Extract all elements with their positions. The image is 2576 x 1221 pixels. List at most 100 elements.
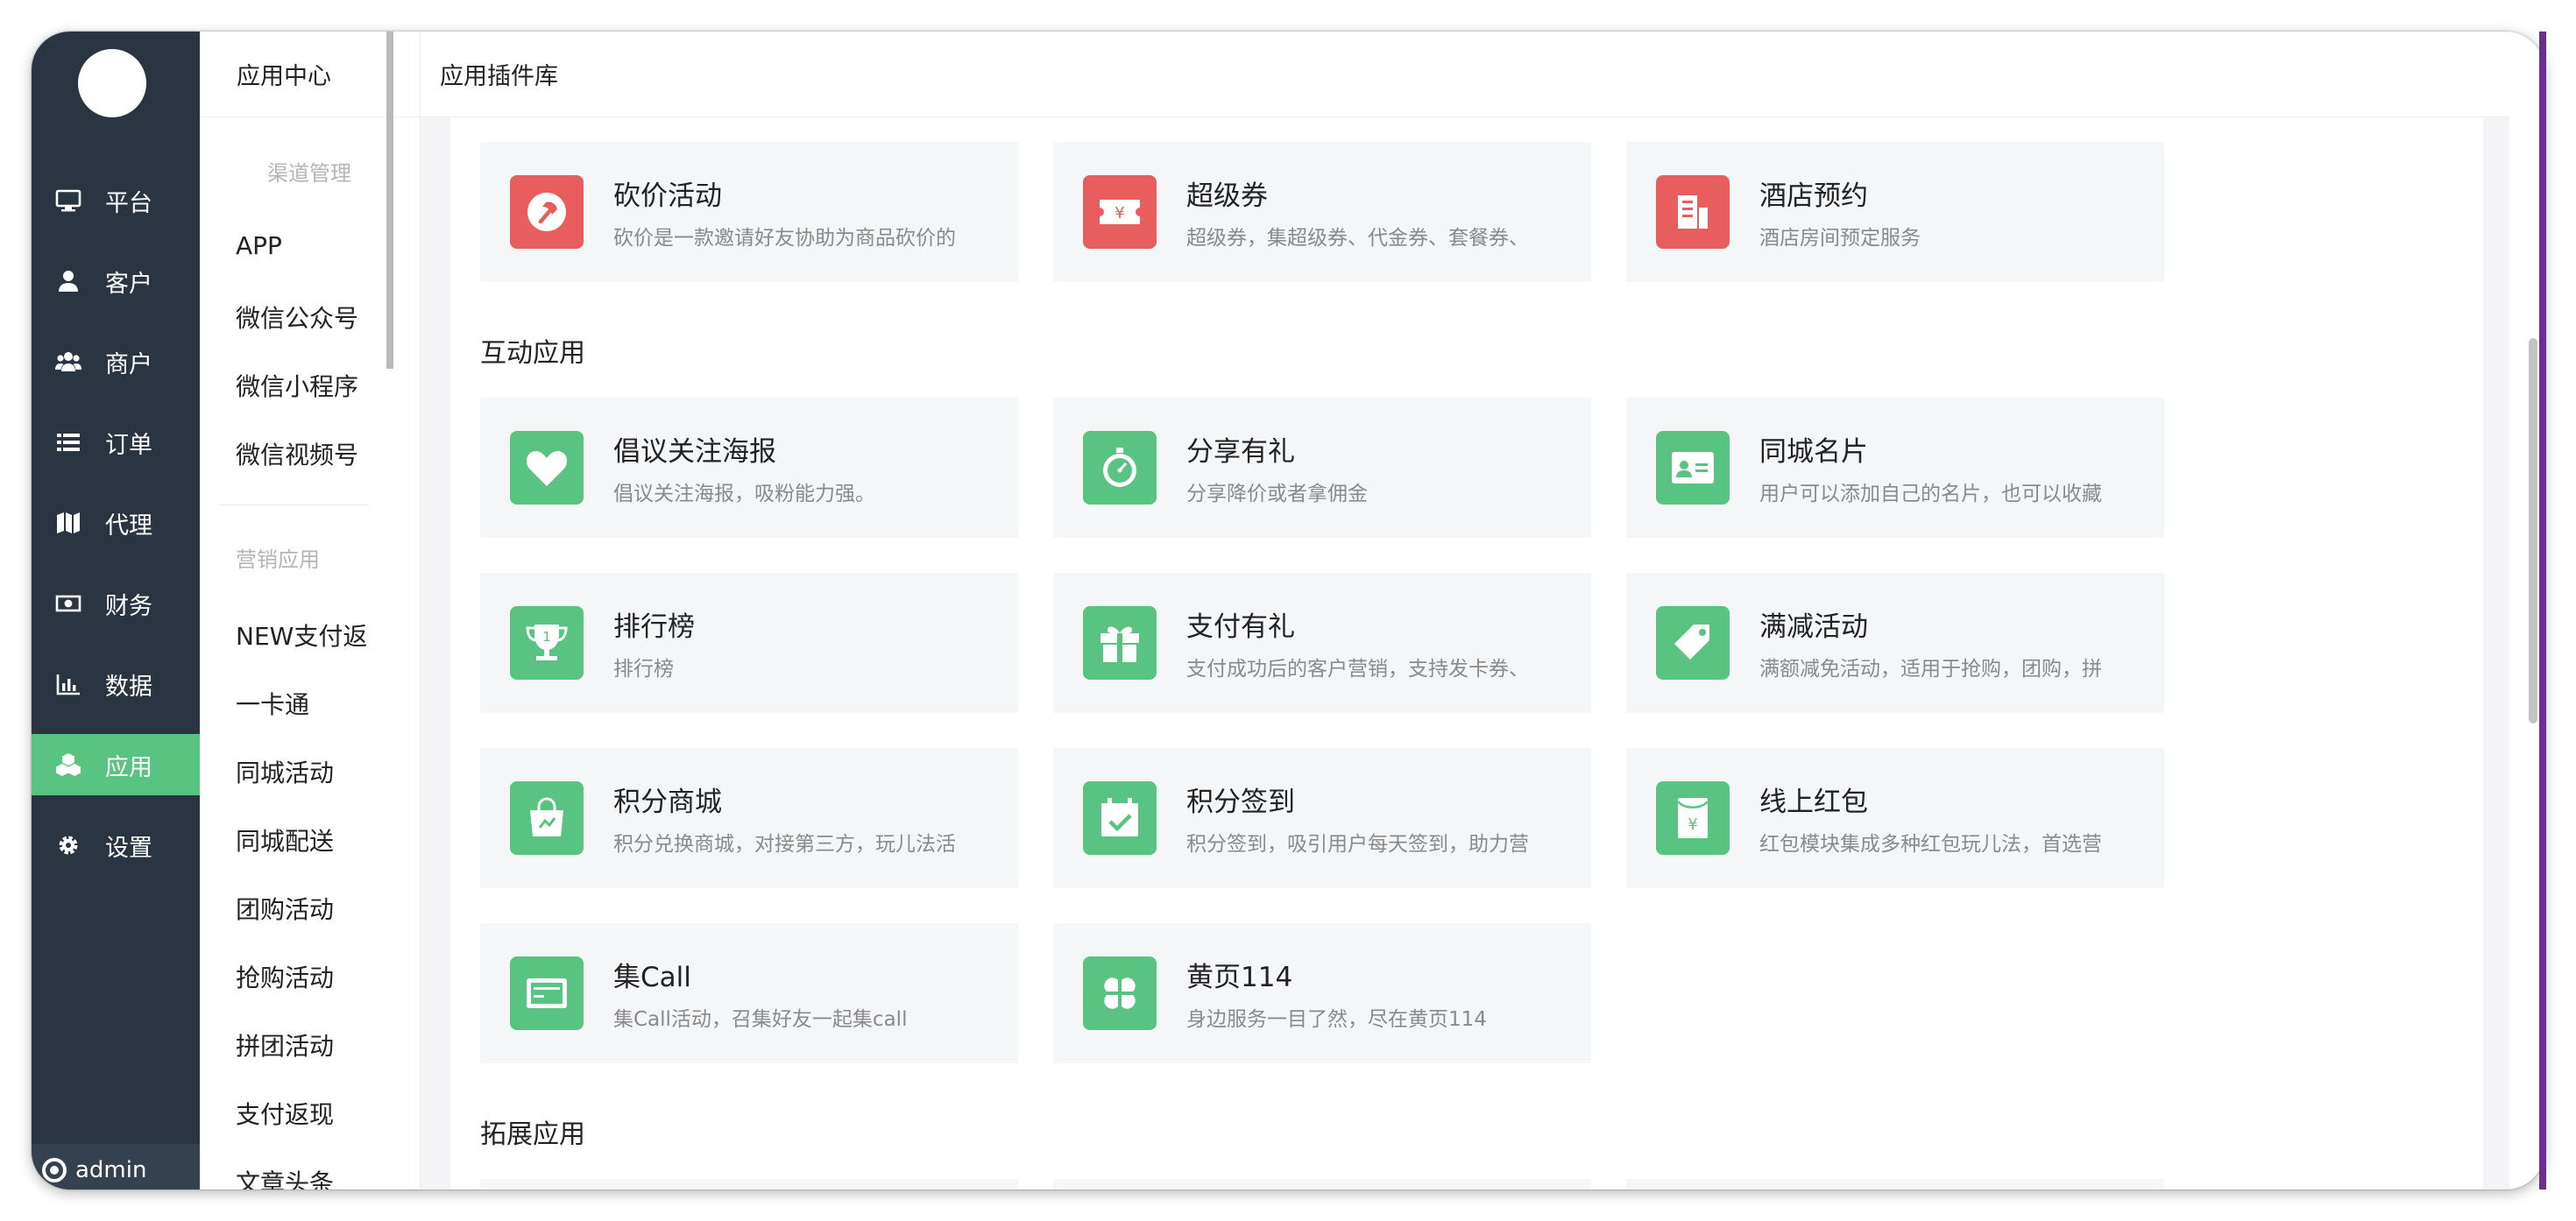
nav-item-merchants[interactable]: 商户 bbox=[32, 331, 200, 392]
heart-icon bbox=[510, 431, 584, 505]
card-title: 线上红包 bbox=[1759, 787, 1868, 818]
card-title: 同城名片 bbox=[1759, 436, 1868, 468]
nav-item-finance[interactable]: 财务 bbox=[32, 573, 200, 634]
subnav-item-wechat-channels[interactable]: 微信视频号 bbox=[236, 436, 385, 471]
app-card-online-red-packet[interactable]: ¥ 线上红包 红包模块集成多种红包玩儿法，首选营 bbox=[1626, 748, 2164, 888]
gear-icon bbox=[32, 832, 105, 858]
section-title-extension: 拓展应用 bbox=[480, 1119, 585, 1150]
subnav-item-app[interactable]: APP bbox=[236, 231, 385, 260]
subnav-item-group-buy[interactable]: 团购活动 bbox=[236, 891, 385, 926]
app-card-pay-gift[interactable]: 支付有礼 支付成功后的客户营销，支持发卡券、 bbox=[1053, 573, 1591, 713]
card-title: 酒店预约 bbox=[1759, 180, 1868, 212]
cubes-icon bbox=[32, 752, 105, 778]
card-title: 分享有礼 bbox=[1186, 436, 1295, 468]
card-desc: 积分签到，吸引用户每天签到，助力营 bbox=[1186, 833, 1529, 856]
money-icon bbox=[32, 590, 105, 617]
id-card-icon bbox=[1656, 431, 1730, 505]
nav-item-settings[interactable]: 设置 bbox=[32, 815, 200, 876]
app-card-leaderboard[interactable]: 1 排行榜 排行榜 bbox=[480, 573, 1018, 713]
hotel-icon bbox=[1656, 175, 1730, 249]
app-card-full-reduction[interactable]: 满减活动 满额减免活动，适用于抢购，团购，拼 bbox=[1626, 573, 2164, 713]
red-envelope-icon: ¥ bbox=[1656, 781, 1730, 855]
subnav-group-heading: 营销应用 bbox=[236, 547, 320, 572]
bar-chart-icon bbox=[32, 671, 105, 697]
user-status-icon bbox=[42, 1158, 67, 1182]
nav-item-customers[interactable]: 客户 bbox=[32, 251, 200, 312]
primary-sidebar: 平台 客户 商户 订单 代理 财务 数据 应用 设置 admin bbox=[32, 32, 200, 1189]
stopwatch-icon bbox=[1083, 431, 1157, 505]
gift-icon bbox=[1083, 606, 1157, 680]
card-title: 满减活动 bbox=[1759, 611, 1868, 643]
subnav-item-wechat-miniprogram[interactable]: 微信小程序 bbox=[236, 368, 385, 403]
desktop-background-edge bbox=[2539, 32, 2546, 1189]
app-window: 平台 客户 商户 订单 代理 财务 数据 应用 设置 admin 应用中心 渠道… bbox=[32, 32, 2544, 1189]
user-menu[interactable]: admin bbox=[32, 1144, 200, 1189]
nav-label: 财务 bbox=[105, 592, 152, 620]
card-desc: 排行榜 bbox=[613, 658, 674, 681]
avatar[interactable] bbox=[78, 49, 146, 117]
users-icon bbox=[32, 349, 105, 375]
user-icon bbox=[32, 268, 105, 294]
main-content: 砍价活动 砍价是一款邀请好友协助为商品砍价的 ¥ 超级券 超级券，集超级券、代金… bbox=[421, 117, 2509, 1189]
subnav-item-wechat-official[interactable]: 微信公众号 bbox=[236, 300, 385, 335]
axe-icon bbox=[510, 175, 584, 249]
nav-label: 商户 bbox=[105, 350, 152, 378]
app-card-yellow-pages[interactable]: 黄页114 身边服务一目了然，尽在黄页114 bbox=[1053, 923, 1591, 1063]
card-desc: 红包模块集成多种红包玩儿法，首选营 bbox=[1759, 833, 2102, 856]
nav-label: 数据 bbox=[105, 673, 152, 701]
trophy-icon: 1 bbox=[510, 606, 584, 680]
list-icon bbox=[32, 429, 105, 455]
card-title: 黄页114 bbox=[1186, 962, 1293, 993]
card-title: 砍价活动 bbox=[613, 180, 722, 212]
subnav-item-article-headlines[interactable]: 文章头条 bbox=[236, 1164, 385, 1189]
nav-item-apps[interactable]: 应用 bbox=[32, 734, 200, 795]
app-card-extension[interactable] bbox=[1053, 1179, 1591, 1189]
app-card-points-checkin[interactable]: 积分签到 积分签到，吸引用户每天签到，助力营 bbox=[1053, 748, 1591, 888]
app-card-extension[interactable] bbox=[480, 1179, 1018, 1189]
card-desc: 积分兑换商城，对接第三方，玩儿法活 bbox=[613, 833, 956, 856]
card-title: 积分商城 bbox=[613, 787, 722, 818]
card-title: 积分签到 bbox=[1186, 787, 1295, 818]
app-card-city-namecard[interactable]: 同城名片 用户可以添加自己的名片，也可以收藏 bbox=[1626, 398, 2164, 538]
subnav-item-city-activity[interactable]: 同城活动 bbox=[236, 754, 385, 789]
svg-text:1: 1 bbox=[542, 629, 551, 645]
subnav-item-one-card[interactable]: 一卡通 bbox=[236, 686, 385, 721]
nav-label: 客户 bbox=[105, 270, 152, 298]
app-card-super-coupon[interactable]: ¥ 超级券 超级券，集超级券、代金券、套餐券、 bbox=[1053, 142, 1591, 282]
calendar-check-icon bbox=[1083, 781, 1157, 855]
app-card-hotel-booking[interactable]: 酒店预约 酒店房间预定服务 bbox=[1626, 142, 2164, 282]
shopping-bag-icon bbox=[510, 781, 584, 855]
section-title-interactive: 互动应用 bbox=[480, 338, 585, 369]
card-desc: 支付成功后的客户营销，支持发卡券、 bbox=[1186, 658, 1529, 681]
app-card-jicall[interactable]: 集Call 集Call活动，召集好友一起集call bbox=[480, 923, 1018, 1063]
subnav-item-pay-cashback[interactable]: 支付返现 bbox=[236, 1096, 385, 1131]
card-title: 排行榜 bbox=[613, 611, 695, 643]
subnav-scrollbar[interactable] bbox=[386, 32, 393, 369]
nav-item-orders[interactable]: 订单 bbox=[32, 412, 200, 473]
subnav-item-flash-sale[interactable]: 抢购活动 bbox=[236, 959, 385, 994]
nav-label: 订单 bbox=[105, 431, 152, 459]
card-desc: 集Call活动，召集好友一起集call bbox=[613, 1008, 908, 1031]
card-title: 倡议关注海报 bbox=[613, 436, 776, 468]
app-card-extension[interactable] bbox=[1626, 1179, 2164, 1189]
subnav-item-city-delivery[interactable]: 同城配送 bbox=[236, 822, 385, 858]
card-desc: 酒店房间预定服务 bbox=[1759, 227, 1921, 250]
app-card-share-gift[interactable]: 分享有礼 分享降价或者拿佣金 bbox=[1053, 398, 1591, 538]
nav-item-data[interactable]: 数据 bbox=[32, 653, 200, 715]
map-icon bbox=[32, 510, 105, 536]
nav-item-agents[interactable]: 代理 bbox=[32, 492, 200, 554]
nav-label: 设置 bbox=[105, 834, 152, 862]
main-scrollbar-thumb[interactable] bbox=[2529, 338, 2537, 723]
subnav-group-heading: 渠道管理 bbox=[267, 161, 351, 186]
app-card-points-mall[interactable]: 积分商城 积分兑换商城，对接第三方，玩儿法活 bbox=[480, 748, 1018, 888]
app-card-bargain[interactable]: 砍价活动 砍价是一款邀请好友协助为商品砍价的 bbox=[480, 142, 1018, 282]
subnav-item-team-buy[interactable]: 拼团活动 bbox=[236, 1027, 385, 1062]
nav-item-platform[interactable]: 平台 bbox=[32, 170, 200, 231]
card-desc: 超级券，集超级券、代金券、套餐券、 bbox=[1186, 227, 1529, 250]
nav-label: 平台 bbox=[105, 189, 152, 217]
card-desc: 分享降价或者拿佣金 bbox=[1186, 483, 1368, 505]
subnav-item-new-pay-return[interactable]: NEW支付返 bbox=[236, 618, 372, 653]
svg-text:¥: ¥ bbox=[1115, 204, 1124, 222]
app-card-follow-poster[interactable]: 倡议关注海报 倡议关注海报，吸粉能力强。 bbox=[480, 398, 1018, 538]
card-title: 集Call bbox=[613, 962, 691, 993]
